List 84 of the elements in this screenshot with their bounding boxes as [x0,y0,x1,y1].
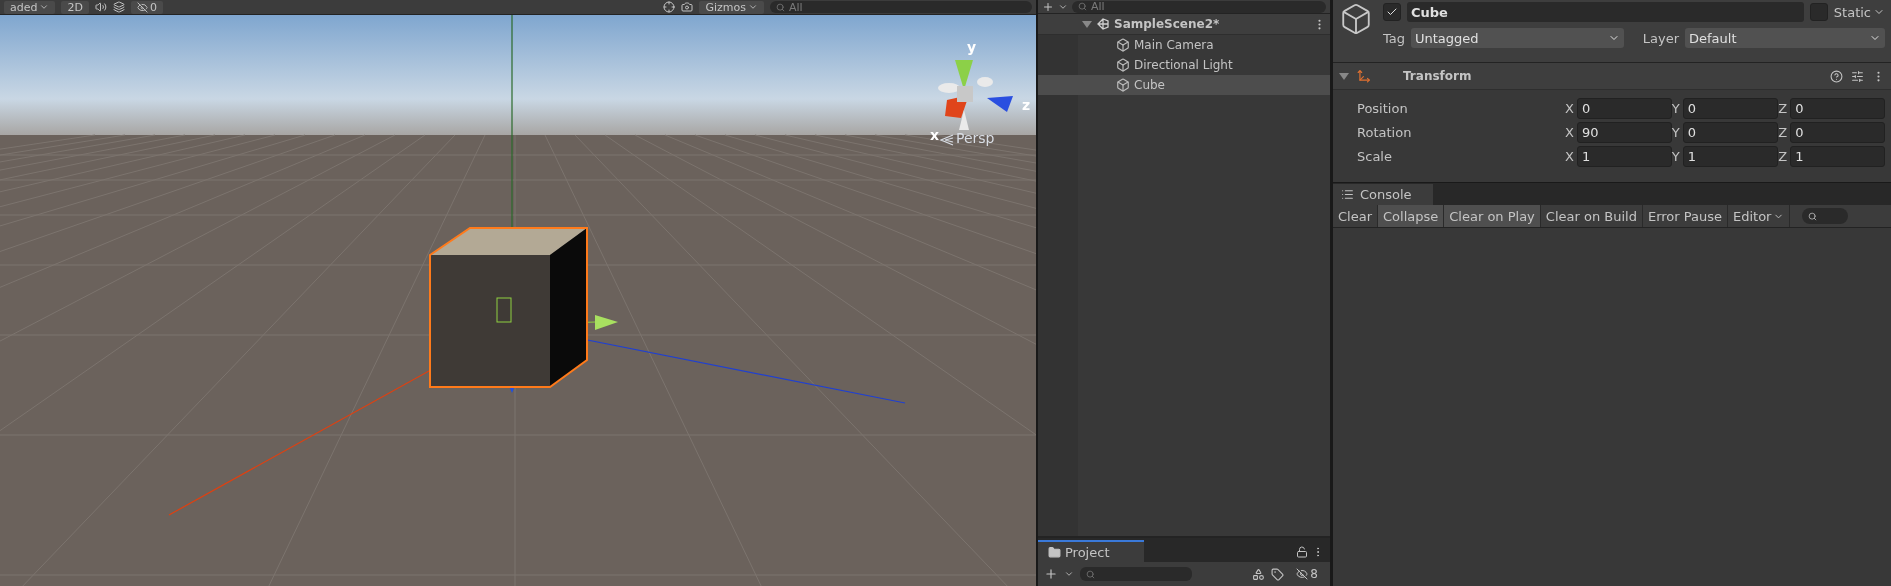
axis-label: Y [1671,148,1680,164]
layers-icon[interactable] [112,1,125,13]
shapes-icon[interactable] [1252,567,1266,581]
search-field[interactable] [1802,208,1849,224]
cube-icon [1339,2,1373,36]
foldout-icon[interactable] [1082,20,1092,28]
search-icon [776,2,785,12]
hierarchy-item[interactable]: Cube [1038,75,1330,95]
number-field[interactable]: 1 [1682,145,1779,167]
project-tab[interactable]: Project [1038,540,1144,562]
transform-icon [1357,69,1371,83]
search-icon [1808,211,1818,221]
static-dropdown[interactable]: Static [1833,4,1885,20]
eye-off-icon [1296,568,1309,580]
scene-row[interactable]: SampleScene2* [1038,14,1330,35]
number-field[interactable]: 0 [1682,97,1779,119]
axis-label: z [1022,97,1031,113]
2d-mode-toggle[interactable]: 2D [61,0,89,14]
toggle-button[interactable]: Clear on Play [1444,205,1541,227]
search-field[interactable]: All [1072,0,1326,13]
static-checkbox[interactable] [1809,3,1828,21]
chevron-icon [940,134,954,146]
tools-icon[interactable] [663,1,676,13]
eye-off-icon [136,1,148,13]
sliders-icon[interactable] [1851,69,1864,83]
number-field[interactable]: 1 [1576,145,1672,167]
shading-mode-dropdown[interactable]: aded [4,0,56,14]
property-label: Scale [1357,148,1393,164]
hidden-packages-button[interactable]: 8 [1290,567,1324,581]
axis-label: Z [1778,148,1788,164]
toggle-button[interactable]: Collapse [1378,205,1445,227]
layer-label: Layer [1642,30,1679,46]
gizmos-dropdown[interactable]: Gizmos [699,0,764,14]
tag-dropdown[interactable]: Untagged [1411,28,1624,48]
axis-label: Y [1671,100,1680,116]
foldout-icon[interactable] [1339,72,1349,80]
projection-label[interactable]: Persp [956,130,995,146]
property-label: Position [1357,100,1409,116]
tag-icon[interactable] [1271,567,1285,581]
number-field[interactable]: 0 [1682,121,1779,143]
number-field[interactable]: 0 [1576,97,1672,119]
add-icon[interactable] [1044,567,1058,581]
axis-label: Z [1778,124,1788,140]
lock-icon[interactable] [1296,546,1308,558]
name-field[interactable]: Cube [1407,2,1804,22]
add-icon[interactable] [1042,0,1054,13]
axis-label: x [930,127,940,143]
axis-label: X [1565,100,1574,116]
search-field[interactable] [1080,567,1192,581]
component-title: Transform [1403,69,1472,83]
hidden-objects-button[interactable]: 0 [130,0,163,14]
cube-icon [1116,58,1130,72]
hierarchy-item[interactable]: Main Camera [1038,35,1330,55]
caret-icon [39,2,50,12]
axis-label: y [967,39,977,55]
search-icon [1086,569,1095,579]
search-icon [1078,2,1087,11]
scene-name: SampleScene2* [1114,17,1220,31]
audio-icon[interactable] [94,1,107,13]
search-field[interactable]: All [770,1,1032,13]
cube-icon [1116,78,1130,92]
axis-label: X [1565,148,1574,164]
hierarchy-item[interactable]: Directional Light [1038,55,1330,75]
help-icon[interactable] [1830,69,1843,83]
list-icon [1341,188,1354,201]
caret-icon[interactable] [1064,569,1074,579]
number-field[interactable]: 90 [1576,121,1672,143]
axis-label: X [1565,124,1574,140]
folder-icon [1048,545,1061,559]
number-field[interactable]: 1 [1790,145,1885,167]
axis-label: Z [1778,100,1788,116]
check-icon [1386,6,1398,18]
camera-icon[interactable] [681,1,694,13]
layer-dropdown[interactable]: Default [1685,28,1885,48]
property-label: Rotation [1357,124,1413,140]
number-field[interactable]: 0 [1790,121,1885,143]
tag-label: Tag [1383,30,1405,46]
cube-icon [1116,38,1130,52]
number-field[interactable]: 0 [1790,97,1885,119]
console-tab[interactable]: Console [1333,184,1433,205]
caret-icon [748,2,758,12]
scene-icon [1096,17,1110,31]
active-checkbox[interactable] [1383,3,1401,21]
axis-label: Y [1671,124,1680,140]
